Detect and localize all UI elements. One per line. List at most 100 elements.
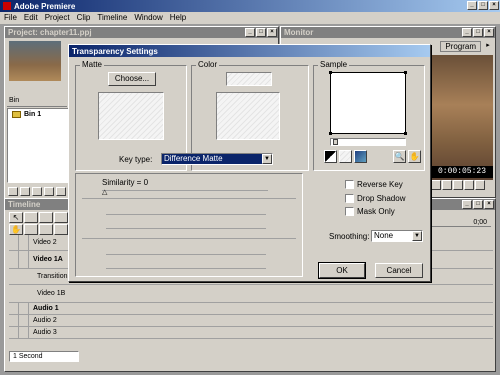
color-swatch[interactable] bbox=[226, 72, 272, 86]
minimize-icon[interactable]: _ bbox=[245, 28, 255, 37]
divider bbox=[106, 228, 266, 229]
new-bin-icon[interactable] bbox=[20, 187, 30, 196]
hand-icon[interactable]: ✋ bbox=[408, 150, 421, 163]
monitor-title: Monitor bbox=[284, 28, 314, 37]
close-icon[interactable]: × bbox=[489, 1, 499, 10]
eye-icon[interactable] bbox=[9, 235, 19, 250]
sample-preview[interactable] bbox=[329, 71, 407, 135]
sample-handle[interactable] bbox=[404, 71, 407, 74]
minimize-icon[interactable]: _ bbox=[462, 28, 472, 37]
speaker-icon[interactable] bbox=[9, 303, 19, 314]
zoom-tool-icon[interactable] bbox=[24, 224, 38, 235]
zoom-icon[interactable]: 🔍 bbox=[393, 150, 406, 163]
timeline-ruler: 0;00 bbox=[425, 213, 491, 227]
speaker-icon[interactable] bbox=[9, 315, 19, 326]
close-icon[interactable]: × bbox=[484, 200, 494, 209]
menu-edit[interactable]: Edit bbox=[24, 12, 38, 24]
delete-icon[interactable] bbox=[56, 187, 66, 196]
step-back-icon[interactable] bbox=[431, 180, 441, 190]
color-preview bbox=[216, 92, 280, 140]
track-select-icon[interactable] bbox=[54, 212, 68, 223]
maximize-icon[interactable]: □ bbox=[478, 1, 488, 10]
monitor-menu-arrow-icon[interactable]: ▸ bbox=[483, 41, 493, 51]
mask-only-option[interactable]: Mask Only bbox=[345, 206, 395, 218]
binoculars-icon[interactable] bbox=[8, 187, 18, 196]
reverse-key-checkbox[interactable] bbox=[345, 180, 354, 190]
mask-only-checkbox[interactable] bbox=[345, 207, 354, 217]
track-audio-2[interactable]: Audio 2 bbox=[9, 315, 493, 327]
time-scale-select[interactable]: 1 Second bbox=[9, 351, 79, 362]
sample-slider[interactable] bbox=[330, 138, 406, 146]
menu-window[interactable]: Window bbox=[134, 12, 162, 24]
similarity-slider[interactable] bbox=[102, 190, 268, 191]
ripple-tool-icon[interactable] bbox=[54, 224, 68, 235]
close-icon[interactable]: × bbox=[267, 28, 277, 37]
lock-icon[interactable] bbox=[19, 315, 29, 326]
project-toolbar bbox=[8, 187, 66, 196]
image-toggle-icon[interactable] bbox=[354, 150, 367, 163]
bin-header: Bin bbox=[7, 97, 67, 107]
monitor-window-controls: _ □ × bbox=[462, 28, 494, 37]
chevron-down-icon[interactable]: ▼ bbox=[412, 231, 422, 241]
menu-file[interactable]: File bbox=[4, 12, 17, 24]
stop-icon[interactable] bbox=[442, 180, 452, 190]
razor-tool-icon[interactable] bbox=[39, 224, 53, 235]
keytype-select[interactable]: Difference Matte ▼ bbox=[161, 153, 273, 165]
choose-button[interactable]: Choose... bbox=[108, 72, 156, 86]
maximize-icon[interactable]: □ bbox=[256, 28, 266, 37]
track-label: Audio 1 bbox=[33, 304, 59, 312]
timeline-tools: ↖ ✋ bbox=[9, 212, 71, 235]
cancel-button[interactable]: Cancel bbox=[375, 263, 423, 278]
matte-label: Matte bbox=[80, 60, 105, 69]
track-video-1b[interactable]: Video 1B bbox=[9, 285, 493, 303]
divider bbox=[106, 254, 266, 255]
eye-icon[interactable] bbox=[9, 251, 19, 268]
loop-icon[interactable] bbox=[464, 180, 474, 190]
selection-tool-icon[interactable]: ↖ bbox=[9, 212, 23, 223]
maximize-icon[interactable]: □ bbox=[473, 28, 483, 37]
close-icon[interactable]: × bbox=[484, 28, 494, 37]
hand-tool-icon[interactable]: ✋ bbox=[9, 224, 23, 235]
black-white-toggle-icon[interactable] bbox=[324, 150, 337, 163]
app-window-controls: _ □ × bbox=[467, 1, 499, 10]
chevron-down-icon[interactable]: ▼ bbox=[262, 154, 272, 164]
smoothing-select[interactable]: None ▼ bbox=[371, 230, 423, 242]
sample-handle[interactable] bbox=[404, 132, 407, 135]
lock-icon[interactable] bbox=[19, 303, 29, 314]
folder-icon bbox=[12, 111, 21, 118]
track-audio-3[interactable]: Audio 3 bbox=[9, 327, 493, 339]
menu-clip[interactable]: Clip bbox=[77, 12, 91, 24]
drop-shadow-checkbox[interactable] bbox=[345, 194, 354, 204]
track-audio-1[interactable]: Audio 1 bbox=[9, 303, 493, 315]
ok-button[interactable]: OK bbox=[318, 262, 366, 279]
drop-shadow-option[interactable]: Drop Shadow bbox=[345, 193, 405, 205]
maximize-icon[interactable]: □ bbox=[473, 200, 483, 209]
list-view-icon[interactable] bbox=[44, 187, 54, 196]
sample-handle[interactable] bbox=[329, 132, 332, 135]
slider-thumb-icon[interactable]: △ bbox=[102, 188, 107, 196]
checkerboard-toggle-icon[interactable] bbox=[339, 150, 352, 163]
slider-thumb[interactable] bbox=[333, 139, 338, 145]
sample-handle[interactable] bbox=[329, 71, 332, 74]
range-select-icon[interactable] bbox=[24, 212, 38, 223]
lock-icon[interactable] bbox=[19, 251, 29, 268]
similarity-panel: Similarity = 0 △ bbox=[75, 173, 303, 277]
program-tab[interactable]: Program bbox=[440, 41, 481, 52]
menu-bar: File Edit Project Clip Timeline Window H… bbox=[0, 12, 500, 24]
minimize-icon[interactable]: _ bbox=[462, 200, 472, 209]
reverse-key-label: Reverse Key bbox=[357, 180, 403, 189]
divider bbox=[82, 198, 296, 199]
new-item-icon[interactable] bbox=[32, 187, 42, 196]
speaker-icon[interactable] bbox=[9, 327, 19, 338]
lock-icon[interactable] bbox=[19, 235, 29, 250]
menu-help[interactable]: Help bbox=[170, 12, 186, 24]
lock-icon[interactable] bbox=[19, 327, 29, 338]
reverse-key-option[interactable]: Reverse Key bbox=[345, 179, 403, 191]
minimize-icon[interactable]: _ bbox=[467, 1, 477, 10]
block-select-icon[interactable] bbox=[39, 212, 53, 223]
bin-item[interactable]: Bin 1 bbox=[8, 109, 68, 120]
menu-project[interactable]: Project bbox=[45, 12, 70, 24]
menu-timeline[interactable]: Timeline bbox=[97, 12, 127, 24]
play-icon[interactable] bbox=[453, 180, 463, 190]
step-forward-icon[interactable] bbox=[475, 180, 485, 190]
